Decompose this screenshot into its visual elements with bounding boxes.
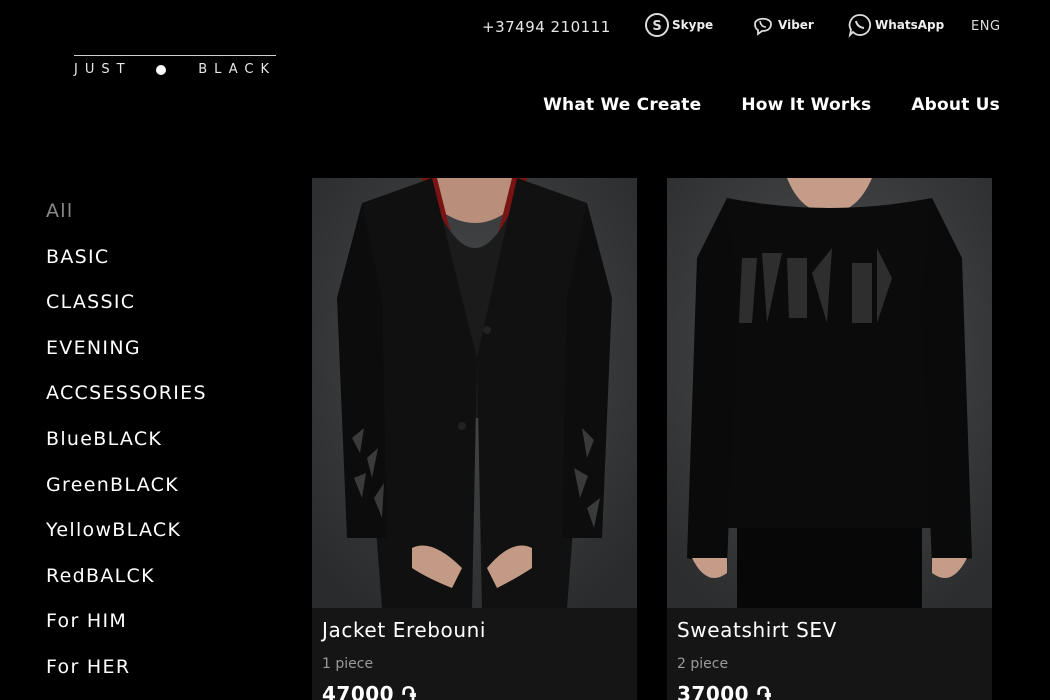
category-for-her[interactable]: For HER [46,655,207,700]
skype-icon: S [645,13,669,37]
phone-number[interactable]: +37494 210111 [482,18,611,36]
skype-label: Skype [672,18,714,32]
category-blueblack[interactable]: BlueBLACK [46,427,207,473]
whatsapp-icon [848,14,872,38]
product-name[interactable]: Jacket Erebouni [322,618,486,642]
logo-dot-icon [155,64,166,75]
viber-link[interactable]: Viber [750,12,814,38]
category-yellowblack[interactable]: YellowBLACK [46,518,207,564]
whatsapp-label: WhatsApp [875,18,945,32]
product-price: 37000 ֏ [677,682,772,700]
whatsapp-link[interactable]: WhatsApp [847,12,944,38]
nav-what-we-create[interactable]: What We Create [543,95,701,115]
logo-left-text: JUST [74,62,132,77]
product-price: 47000 ֏ [322,682,417,700]
product-quantity: 1 piece [322,656,374,672]
product-quantity: 2 piece [677,656,729,672]
product-image-sweatshirt[interactable] [667,178,992,608]
main-nav: What We Create How It Works About Us [543,95,1000,115]
nav-how-it-works[interactable]: How It Works [741,95,871,115]
category-all[interactable]: All [46,199,207,245]
site-logo[interactable]: JUST BLACK [74,55,276,77]
product-card[interactable]: Jacket Erebouni 1 piece 47000 ֏ [312,178,637,700]
viber-label: Viber [778,18,814,32]
skype-link[interactable]: S Skype [644,12,713,38]
svg-text:S: S [652,19,661,34]
category-redblack[interactable]: RedBALCK [46,564,207,610]
category-greenblack[interactable]: GreenBLACK [46,473,207,519]
category-accessories[interactable]: ACCSESSORIES [46,381,207,427]
nav-about-us[interactable]: About Us [911,95,1000,115]
category-classic[interactable]: CLASSIC [46,290,207,336]
language-selector[interactable]: ENG [971,19,1001,34]
category-basic[interactable]: BASIC [46,245,207,291]
logo-right-text: BLACK [198,62,276,77]
category-for-him[interactable]: For HIM [46,609,207,655]
product-image-jacket[interactable] [312,178,637,608]
product-name[interactable]: Sweatshirt SEV [677,618,837,642]
category-evening[interactable]: EVENING [46,336,207,382]
category-sidebar: All BASIC CLASSIC EVENING ACCSESSORIES B… [46,199,207,700]
viber-icon [754,17,772,36]
logo-rule [74,55,276,56]
product-card[interactable]: Sweatshirt SEV 2 piece 37000 ֏ [667,178,992,700]
